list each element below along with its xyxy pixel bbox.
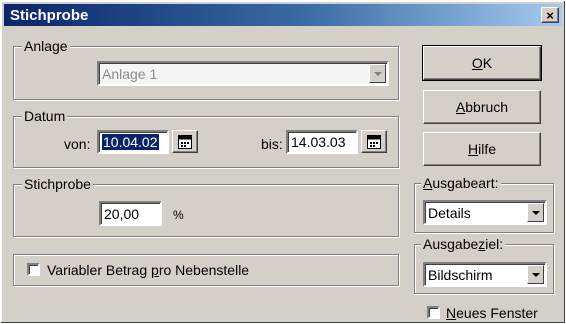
close-button[interactable]: × (541, 7, 559, 23)
anlage-group: Anlage Anlage 1 (13, 38, 399, 100)
von-calendar-button[interactable] (172, 130, 198, 153)
datum-group: Datum von: 10.04.02 bis: 14.03.03 (13, 108, 399, 168)
ausgabeziel-group: Ausgabeziel: Bildschirm (414, 236, 554, 294)
variabler-betrag-label[interactable]: Variabler Betrag pro Nebenstelle (47, 262, 249, 278)
datum-legend: Datum (22, 108, 68, 124)
bis-date-input[interactable]: 14.03.03 (286, 130, 358, 154)
calendar-icon (178, 134, 192, 149)
anlage-dropdown-arrow[interactable] (369, 64, 386, 83)
variabler-group: Variabler Betrag pro Nebenstelle (13, 254, 399, 286)
ausgabeart-value: Details (428, 204, 471, 221)
window-title: Stichprobe (10, 6, 89, 24)
stichprobe-group: Stichprobe 20,00 % (13, 176, 399, 237)
stichprobe-input[interactable]: 20,00 (99, 201, 162, 226)
percent-label: % (173, 208, 184, 222)
ok-button[interactable]: OK (422, 45, 542, 81)
stichprobe-value: 20,00 (104, 205, 140, 222)
hilfe-button[interactable]: Hilfe (423, 132, 541, 166)
anlage-dropdown-value: Anlage 1 (102, 65, 158, 82)
title-bar[interactable]: Stichprobe × (4, 4, 562, 26)
neues-fenster-label[interactable]: Neues Fenster (446, 305, 538, 321)
calendar-icon (367, 134, 381, 149)
ausgabeart-dropdown[interactable]: Details (423, 200, 547, 225)
variabler-betrag-checkbox[interactable] (27, 263, 40, 276)
ausgabeart-legend: Ausgabeart: (421, 175, 501, 191)
dialog-window: Stichprobe × Anlage Anlage 1 Datum von: … (0, 0, 566, 324)
close-icon: × (546, 7, 554, 23)
abbruch-button[interactable]: Abbruch (423, 90, 541, 124)
von-date-input[interactable]: 10.04.02 (97, 130, 169, 154)
bis-calendar-button[interactable] (361, 130, 387, 153)
von-date-value: 10.04.02 (102, 134, 159, 150)
von-label: von: (64, 136, 91, 152)
bis-label: bis: (261, 136, 283, 152)
stichprobe-legend: Stichprobe (22, 176, 93, 192)
ausgabeart-group: Ausgabeart: Details (414, 175, 554, 233)
chevron-down-icon (531, 272, 540, 277)
ausgabeziel-value: Bildschirm (428, 266, 493, 283)
neues-fenster-checkbox[interactable] (427, 306, 440, 319)
bis-date-value: 14.03.03 (291, 134, 346, 150)
ok-button-label: OK (471, 55, 493, 71)
anlage-dropdown[interactable]: Anlage 1 (97, 61, 389, 86)
ausgabeziel-legend: Ausgabeziel: (421, 236, 506, 252)
ausgabeart-dropdown-arrow[interactable] (527, 203, 544, 222)
ausgabeziel-dropdown[interactable]: Bildschirm (423, 262, 547, 287)
abbruch-button-label: Abbruch (455, 99, 509, 115)
ausgabeziel-dropdown-arrow[interactable] (527, 265, 544, 284)
chevron-down-icon (531, 210, 540, 215)
anlage-legend: Anlage (22, 38, 70, 54)
chevron-down-icon (373, 71, 382, 76)
hilfe-button-label: Hilfe (467, 141, 497, 157)
